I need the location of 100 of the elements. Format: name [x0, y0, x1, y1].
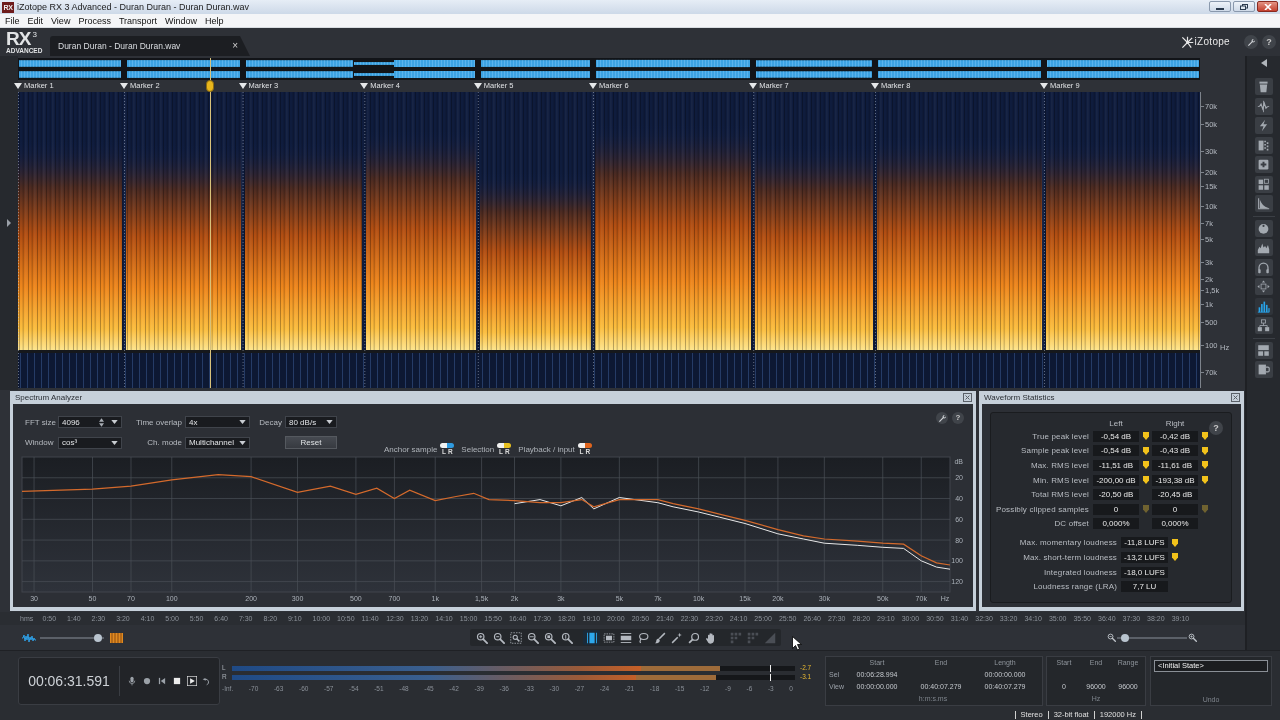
waveform-icon [22, 632, 37, 643]
triangle-icon [360, 83, 369, 89]
minimize-button[interactable] [1209, 1, 1231, 12]
triangle-icon [238, 83, 247, 89]
menu-item[interactable]: Edit [23, 14, 48, 27]
settings-button[interactable] [936, 412, 948, 424]
dropdown[interactable]: cos³ [58, 436, 122, 449]
record-icon [141, 675, 152, 686]
module-button[interactable] [1254, 97, 1273, 115]
headphones-icon [1257, 260, 1270, 274]
tool-button[interactable] [600, 630, 617, 645]
stat-value: -13,2 LUFS [1121, 551, 1168, 563]
time-ruler[interactable] [0, 612, 1245, 625]
menu-item[interactable]: File [1, 14, 24, 27]
pin-icon[interactable] [1172, 553, 1178, 562]
dropdown[interactable]: Multichannel [185, 436, 250, 449]
module-button[interactable] [1254, 258, 1273, 276]
spectrogram[interactable] [18, 92, 1200, 388]
stat-value: -0,43 dB [1152, 445, 1198, 457]
dropdown[interactable]: 80 dB/s [285, 416, 337, 428]
module-button[interactable] [1254, 219, 1273, 237]
menu-item[interactable]: Window [161, 14, 202, 27]
striped-square-icon [110, 632, 123, 643]
stat-label: Total RMS level [1030, 490, 1090, 500]
triangle-icon [870, 83, 879, 89]
wrench-icon [937, 413, 947, 423]
pin-icon[interactable] [1172, 538, 1178, 547]
reset-button[interactable]: Reset [285, 436, 337, 449]
window-title: iZotope RX 3 Advanced - Duran Duran - Duran Duran.wav [17, 1, 250, 13]
pin-icon[interactable] [1143, 476, 1149, 485]
slider-thumb[interactable] [1120, 633, 1129, 642]
restore-button[interactable] [1233, 1, 1255, 12]
close-button[interactable] [1257, 1, 1278, 12]
frequency-selection-icon [619, 631, 632, 644]
menu-item[interactable]: Help [201, 14, 228, 27]
pin-icon[interactable] [1202, 476, 1208, 485]
spectrum-icon [1257, 241, 1270, 254]
close-tab-button[interactable]: × [232, 41, 238, 51]
caret-icon [111, 440, 118, 445]
triangle-icon [749, 83, 758, 89]
settings-button[interactable] [1244, 35, 1258, 49]
module-button[interactable] [1254, 78, 1273, 95]
wand-icon [670, 631, 683, 644]
triangle-icon [473, 83, 482, 89]
time-display: 00:06:31.591 [27, 672, 111, 689]
help-button[interactable]: ? [952, 412, 964, 424]
pin-icon[interactable] [1202, 446, 1208, 455]
grid-icon [729, 631, 742, 644]
module-button[interactable] [1254, 341, 1273, 359]
time-selection-icon [585, 631, 598, 644]
legend-label: Anchor sample [384, 444, 438, 454]
control-label: Ch. mode [146, 438, 182, 447]
stat-label: Loudness range (LRA) [1032, 582, 1118, 592]
module-button[interactable] [1254, 361, 1273, 378]
help-button[interactable]: ? [1262, 35, 1276, 49]
waveform-view-button[interactable] [22, 632, 37, 643]
stat-value: -20,50 dB [1093, 489, 1139, 501]
triangle-icon[interactable] [7, 219, 11, 227]
close-panel-button[interactable] [963, 393, 972, 402]
spectrogram-view-button[interactable] [110, 632, 123, 643]
module-button[interactable] [1254, 297, 1273, 315]
zoom-in-icon[interactable] [1188, 633, 1197, 642]
module-button[interactable] [1254, 136, 1273, 154]
module-button[interactable] [1254, 239, 1273, 256]
spinner-arrows-icon[interactable] [99, 417, 104, 427]
file-tab[interactable]: Duran Duran - Duran Duran.wav × [50, 36, 250, 56]
pattern-icon [1257, 138, 1270, 152]
tool-button[interactable] [507, 630, 524, 645]
layout-icon [1257, 343, 1270, 357]
control-label: Time overlap [135, 417, 182, 427]
pin-icon[interactable] [1143, 461, 1149, 470]
module-button[interactable] [1254, 117, 1273, 134]
triangle-icon [589, 83, 598, 89]
caret-icon [239, 440, 246, 445]
stat-label: Sample peak level [1020, 446, 1090, 456]
module-button[interactable] [1254, 278, 1273, 295]
module-button[interactable] [1254, 195, 1273, 212]
pin-icon[interactable] [1143, 446, 1149, 455]
close-panel-button[interactable] [1231, 393, 1240, 402]
spin-box[interactable]: 4096 [58, 416, 122, 428]
module-button[interactable] [1254, 156, 1273, 173]
menu-item[interactable]: Process [74, 14, 115, 27]
pin-icon[interactable] [1143, 432, 1149, 441]
pin-icon[interactable] [1202, 432, 1208, 441]
slider-thumb[interactable] [93, 633, 102, 642]
module-button[interactable] [1254, 317, 1273, 334]
dropdown[interactable]: 4x [185, 416, 250, 428]
waveform-overview[interactable] [18, 58, 1200, 80]
playhead-handle[interactable] [206, 80, 214, 92]
pin-icon[interactable] [1202, 461, 1208, 470]
help-button[interactable]: ? [1209, 421, 1223, 435]
tool-button[interactable] [583, 630, 600, 645]
stat-value: 0,000% [1152, 518, 1198, 530]
zoom-out-icon[interactable] [1107, 633, 1116, 642]
pulse-icon [1257, 99, 1270, 113]
wrench-icon [1246, 37, 1256, 47]
module-button[interactable] [1254, 175, 1273, 193]
menu-item[interactable]: Transport [114, 14, 162, 27]
control-label: FFT size [25, 417, 55, 427]
menu-item[interactable]: View [47, 14, 75, 27]
